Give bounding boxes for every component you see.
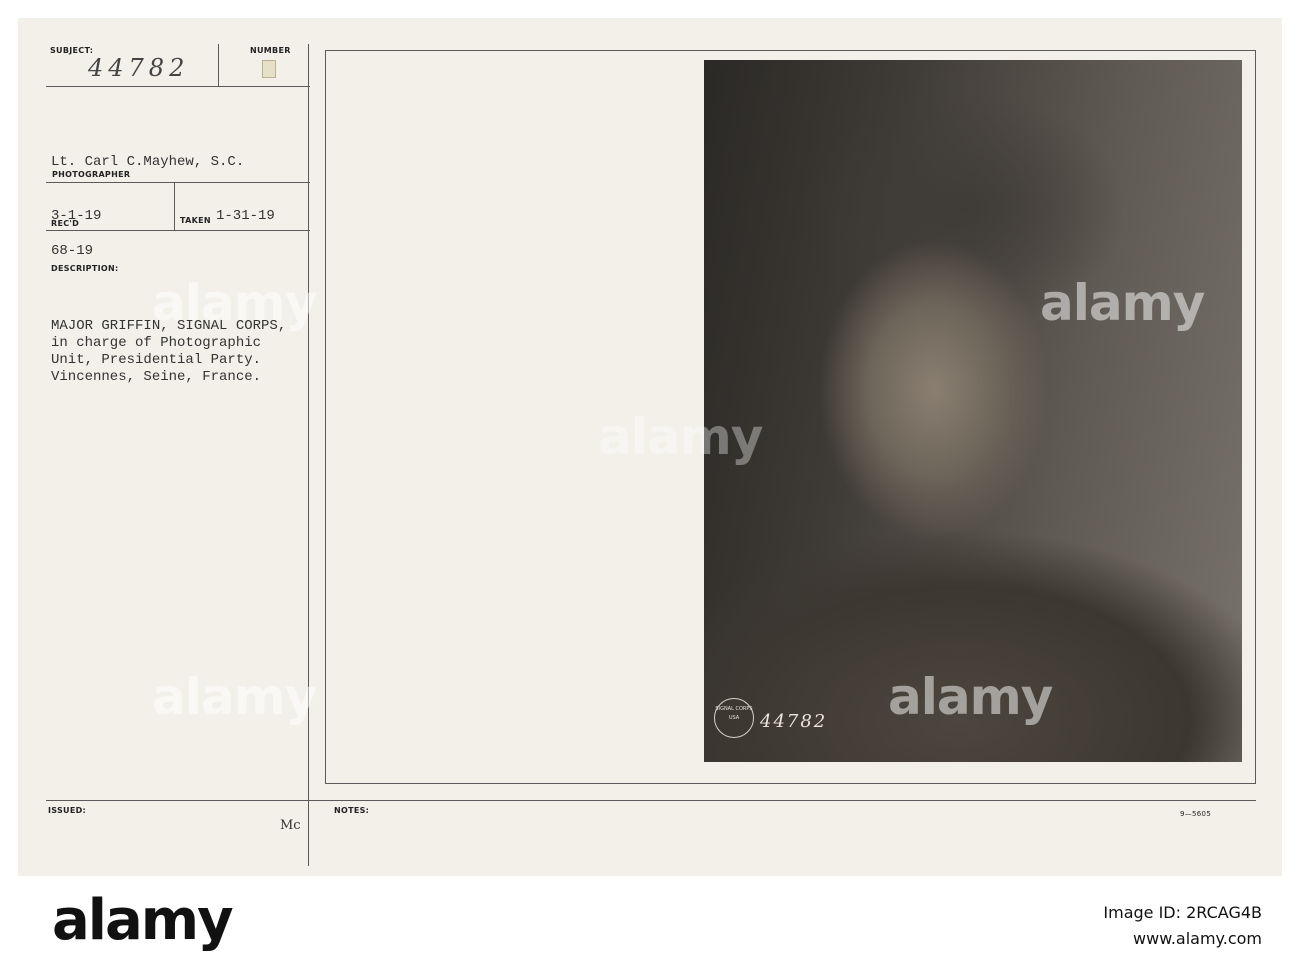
footer-rule [46,800,1256,801]
taken-label: TAKEN [180,216,211,225]
watermark: alamy [888,668,1053,726]
dates-rule [46,230,310,231]
photo-frame-right [1255,50,1256,784]
number-stamp [262,60,276,78]
description-line: in charge of Photographic [51,335,262,351]
photo-handwritten-number: 44782 [760,711,828,732]
image-info: Image ID: 2RCAG4B www.alamy.com [1103,900,1262,952]
description-label: DESCRIPTION: [51,264,119,273]
portrait-photo: SIGNAL CORPS USA 44782 [704,60,1242,762]
photographer-name: Lt. Carl C.Mayhew, S.C. [51,154,245,170]
watermark: alamy [152,274,317,332]
subject-rule [46,86,310,87]
number-label: NUMBER [250,46,291,55]
notes-label: NOTES: [334,806,370,815]
description-line: Vincennes, Seine, France. [51,369,262,385]
site-url: www.alamy.com [1133,929,1262,948]
form-number: 9—5605 [1180,810,1212,818]
brand-logo: alamy [52,888,234,953]
photo-frame-bottom [325,783,1256,784]
subject-label: SUBJECT: [50,46,94,55]
watermark: alamy [598,408,763,466]
photographer-rule [46,182,310,183]
dates-divider [174,182,175,230]
received-label: REC'D [51,219,80,228]
file-code: 68-19 [51,243,94,259]
signal-corps-stamp: SIGNAL CORPS USA [714,698,754,738]
issued-initials: Mc [280,818,301,833]
description-line: Unit, Presidential Party. [51,352,262,368]
left-column-divider [308,44,309,866]
archive-card: SUBJECT: NUMBER 44782 Lt. Carl C.Mayhew,… [18,18,1282,876]
watermark: alamy [152,668,317,726]
photo-frame-left [325,50,326,784]
image-id-label: Image ID: 2RCAG4B [1103,903,1262,922]
stock-footer: alamy Image ID: 2RCAG4B www.alamy.com [0,878,1300,968]
photo-frame-top [325,50,1256,51]
subject-number-divider [218,44,219,86]
issued-label: ISSUED: [48,806,87,815]
photographer-label: PHOTOGRAPHER [52,170,131,179]
watermark: alamy [1040,274,1205,332]
subject-number: 44782 [88,54,190,82]
taken-date: 1-31-19 [216,208,275,224]
